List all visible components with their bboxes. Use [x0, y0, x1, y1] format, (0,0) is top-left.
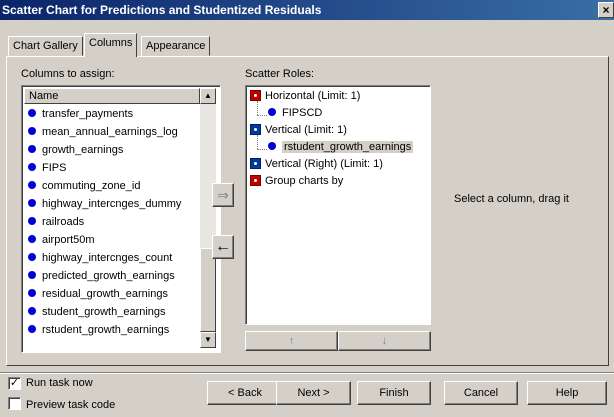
role-blue-icon [250, 123, 261, 135]
column-name: railroads [42, 216, 85, 228]
column-name: commuting_zone_id [42, 180, 141, 192]
column-bullet-icon [28, 199, 36, 208]
role-node[interactable]: Group charts by [250, 173, 343, 190]
remove-arrow-button[interactable]: ← [212, 235, 234, 259]
column-list-item[interactable]: highway_intercnges_dummy [28, 195, 181, 213]
role-blue-icon [250, 157, 261, 169]
column-list-item[interactable]: growth_earnings [28, 141, 123, 159]
column-bullet-icon [268, 108, 276, 117]
column-name: transfer_payments [42, 108, 134, 120]
columns-to-assign-label: Columns to assign: [21, 68, 115, 80]
next-button[interactable]: Next > [276, 381, 351, 405]
column-bullet-icon [28, 163, 36, 172]
column-bullet-icon [28, 109, 36, 118]
role-label: Vertical (Limit: 1) [265, 124, 347, 136]
cancel-button[interactable]: Cancel [444, 381, 518, 405]
role-label: Horizontal (Limit: 1) [265, 90, 361, 102]
column-name: predicted_growth_earnings [42, 270, 175, 282]
title-bar: Scatter Chart for Predictions and Studen… [0, 0, 614, 20]
column-list-item[interactable]: highway_intercnges_count [28, 249, 172, 267]
column-bullet-icon [268, 142, 276, 151]
column-list-item[interactable]: student_growth_earnings [28, 303, 166, 321]
column-bullet-icon [28, 217, 36, 226]
column-name: student_growth_earnings [42, 306, 166, 318]
column-bullet-icon [28, 253, 36, 262]
tab-columns[interactable]: Columns [84, 33, 138, 57]
run-task-now-label: Run task now [26, 377, 93, 389]
column-bullet-icon [28, 145, 36, 154]
column-list-item[interactable]: predicted_growth_earnings [28, 267, 175, 285]
column-name: mean_annual_earnings_log [42, 126, 178, 138]
role-node[interactable]: Vertical (Right) (Limit: 1) [250, 156, 383, 173]
role-label: FIPSCD [282, 107, 323, 119]
column-name: FIPS [42, 162, 67, 174]
column-list-item[interactable]: mean_annual_earnings_log [28, 123, 178, 141]
tab-appearance[interactable]: Appearance [141, 36, 211, 56]
assign-arrow-button[interactable]: ⇒ [212, 183, 234, 207]
role-red-icon [250, 89, 261, 101]
help-text: Select a column, drag it [454, 193, 569, 205]
column-bullet-icon [28, 307, 36, 316]
close-button[interactable]: × [598, 2, 614, 18]
tab-chart-gallery[interactable]: Chart Gallery [8, 36, 83, 56]
column-bullet-icon [28, 325, 36, 334]
column-name: residual_growth_earnings [42, 288, 168, 300]
column-list-item[interactable]: commuting_zone_id [28, 177, 140, 195]
scroll-thumb[interactable] [200, 248, 216, 332]
window-title: Scatter Chart for Predictions and Studen… [2, 3, 322, 17]
column-list-item[interactable]: rstudent_growth_earnings [28, 321, 169, 339]
role-red-icon [250, 174, 261, 186]
role-assigned-column[interactable]: rstudent_growth_earnings [268, 139, 414, 156]
column-list-item[interactable]: FIPS [28, 159, 66, 177]
preview-task-code-checkbox[interactable] [8, 397, 21, 410]
name-column-header[interactable]: Name [24, 88, 200, 104]
column-bullet-icon [28, 235, 36, 244]
run-task-now-checkbox[interactable]: ✓ [8, 377, 21, 390]
role-label: Vertical (Right) (Limit: 1) [265, 158, 383, 170]
scatter-roles-label: Scatter Roles: [245, 68, 315, 80]
move-up-button[interactable]: ↑ [245, 331, 338, 351]
back-button[interactable]: < Back [207, 381, 283, 405]
column-bullet-icon [28, 181, 36, 190]
column-bullet-icon [28, 289, 36, 298]
scatter-roles-tree[interactable]: Horizontal (Limit: 1) FIPSCD Vertical (Lim… [245, 85, 431, 325]
role-label: Group charts by [265, 175, 344, 187]
column-name: highway_intercnges_count [42, 252, 173, 264]
column-list-item[interactable]: airport50m [28, 231, 95, 249]
column-name: growth_earnings [42, 144, 124, 156]
role-node[interactable]: Vertical (Limit: 1) [250, 122, 347, 139]
column-list-item[interactable]: residual_growth_earnings [28, 285, 168, 303]
preview-task-code-label: Preview task code [26, 399, 116, 411]
finish-button[interactable]: Finish [357, 381, 431, 405]
footer-separator [0, 372, 614, 374]
columns-scrollbar[interactable]: ▲ ▼ [200, 88, 216, 348]
column-list-item[interactable]: transfer_payments [28, 105, 133, 123]
column-bullet-icon [28, 271, 36, 280]
column-name: rstudent_growth_earnings [42, 324, 170, 336]
columns-list[interactable]: Name transfer_payments mean_annual_earnin… [21, 85, 221, 353]
role-node[interactable]: Horizontal (Limit: 1) [250, 88, 360, 105]
role-label: rstudent_growth_earnings [282, 141, 414, 153]
column-name: airport50m [42, 234, 95, 246]
role-assigned-column[interactable]: FIPSCD [268, 105, 322, 122]
column-bullet-icon [28, 127, 36, 136]
move-down-button[interactable]: ↓ [338, 331, 431, 351]
column-name: highway_intercnges_dummy [42, 198, 182, 210]
scroll-up-button[interactable]: ▲ [200, 88, 216, 104]
column-list-item[interactable]: railroads [28, 213, 84, 231]
scroll-down-button[interactable]: ▼ [200, 332, 216, 348]
help-button[interactable]: Help [527, 381, 607, 405]
tab-panel-columns: Columns to assign: Name transfer_payment… [6, 56, 609, 366]
